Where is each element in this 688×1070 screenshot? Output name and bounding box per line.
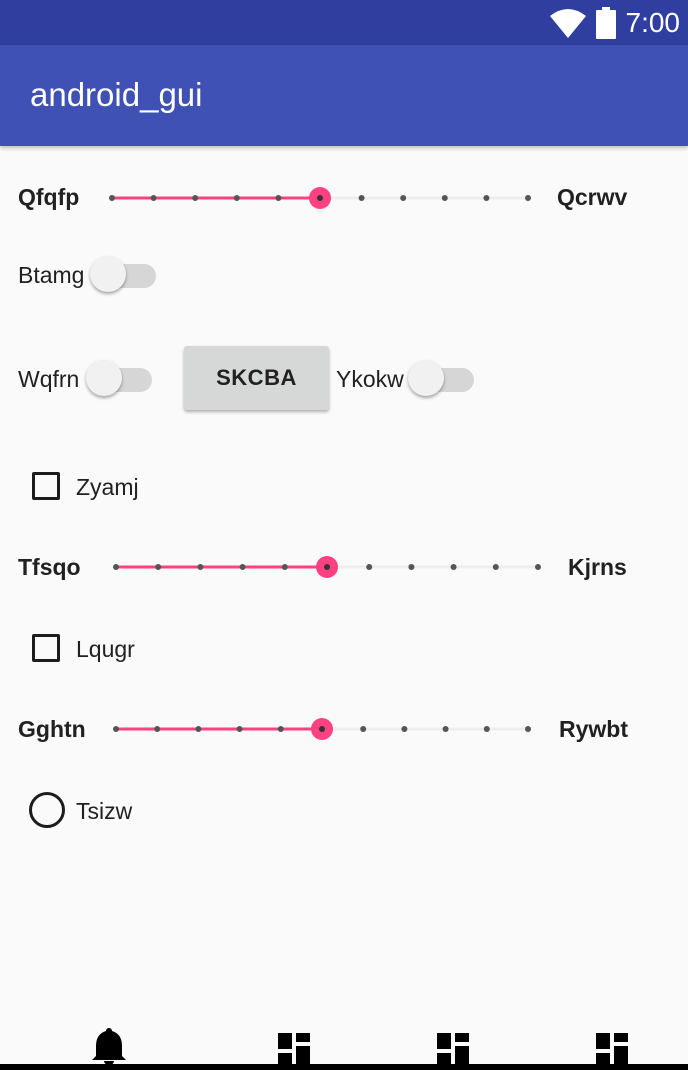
seekbar-tick (442, 726, 449, 732)
switch2-toggle[interactable] (86, 358, 154, 398)
seekbar-tick (150, 195, 157, 201)
dashboard-icon (596, 1033, 628, 1064)
seekbar-graphic (109, 187, 531, 209)
seekbar-tick (113, 564, 119, 570)
slider1-seekbar[interactable] (100, 178, 540, 218)
slider2-left-label: Tfsqo (18, 554, 81, 580)
seekbar-tick (239, 564, 246, 570)
seekbar-tick (408, 564, 415, 570)
slider3-right-label: Rywbt (559, 716, 628, 742)
skcba-button[interactable]: SKCBA (184, 346, 329, 410)
seekbar-tick (483, 726, 490, 732)
seekbar-tick (492, 564, 499, 570)
bell-icon (92, 1028, 126, 1065)
nav-dashboard-2[interactable] (435, 1026, 475, 1064)
nav-dashboard-3[interactable] (594, 1026, 634, 1064)
nav-bell[interactable] (89, 1026, 129, 1065)
seekbar-tick (281, 564, 288, 570)
seekbar-tick (441, 195, 448, 201)
bottom-navigation (0, 1020, 688, 1070)
slider1-right-label: Qcrwv (557, 184, 628, 210)
seekbar-tick (358, 195, 365, 201)
app-title: android_gui (30, 76, 203, 113)
seekbar-tick (483, 195, 490, 201)
slider2-right-label: Kjrns (568, 554, 627, 580)
battery-icon (595, 7, 616, 39)
seekbar-tick (450, 564, 457, 570)
seekbar-tick (155, 564, 162, 570)
status-time: 7:00 (625, 7, 681, 38)
switch2-label: Wqfrn (18, 366, 80, 392)
seekbar-tick (401, 726, 408, 732)
seekbar-tick (360, 726, 367, 732)
switch3-toggle[interactable] (408, 358, 476, 398)
seekbar-tick (195, 726, 202, 732)
seekbar-thumb-tick (324, 564, 330, 570)
radio1[interactable] (29, 792, 65, 828)
checkbox2-label: Lqugr (76, 636, 135, 662)
seekbar-tick (192, 195, 199, 201)
seekbar-tick (236, 726, 243, 732)
switch1-label: Btamg (18, 262, 85, 288)
switch-thumb (90, 256, 126, 292)
checkbox1-label: Zyamj (76, 474, 139, 500)
seekbar-tick (197, 564, 204, 570)
slider3-left-label: Gghtn (18, 716, 86, 742)
slider2-seekbar[interactable] (104, 547, 550, 587)
seekbar-tick (525, 195, 531, 201)
switch-thumb (86, 360, 122, 396)
app-bar: android_gui (0, 45, 688, 146)
dashboard-icon (437, 1033, 469, 1064)
radio1-label: Tsizw (76, 798, 133, 824)
wifi-icon (549, 9, 586, 38)
slider3-seekbar[interactable] (104, 709, 540, 749)
seekbar-tick (275, 195, 282, 201)
seekbar-thumb-tick (319, 726, 325, 732)
checkbox2[interactable] (32, 634, 60, 662)
seekbar-tick (535, 564, 541, 570)
checkbox1[interactable] (32, 472, 60, 500)
seekbar-thumb-tick (317, 195, 323, 201)
status-bar: 7:00 (0, 0, 688, 45)
seekbar-tick (233, 195, 240, 201)
dashboard-icon (278, 1033, 310, 1064)
seekbar-graphic (113, 556, 541, 578)
seekbar-tick (154, 726, 161, 732)
seekbar-tick (277, 726, 284, 732)
seekbar-tick (525, 726, 531, 732)
seekbar-tick (109, 195, 115, 201)
switch1-toggle[interactable] (90, 254, 158, 294)
seekbar-tick (400, 195, 407, 201)
seekbar-tick (366, 564, 373, 570)
seekbar-tick (113, 726, 119, 732)
switch-thumb (408, 360, 444, 396)
status-icons: 7:00 (549, 6, 681, 40)
seekbar-graphic (113, 718, 531, 740)
switch3-label: Ykokw (336, 366, 404, 392)
bottom-edge (0, 1064, 688, 1070)
nav-dashboard-1[interactable] (276, 1026, 316, 1064)
slider1-left-label: Qfqfp (18, 184, 80, 210)
